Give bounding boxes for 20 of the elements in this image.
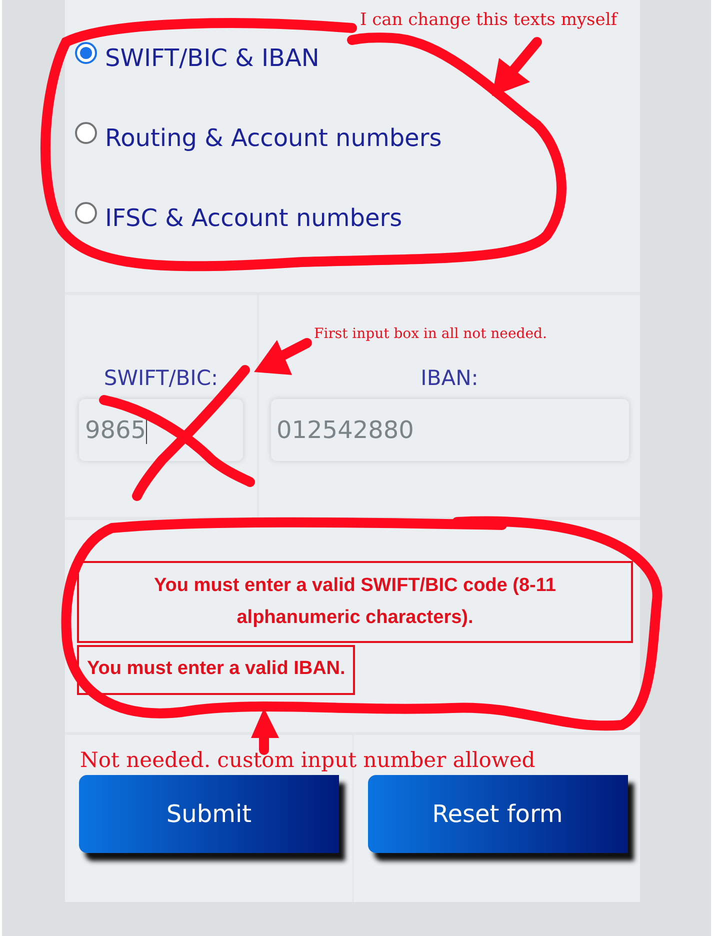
annotation-arrow: [254, 338, 312, 375]
radio-option[interactable]: IFSC & Account numbers: [75, 202, 640, 234]
form-button[interactable]: Submit: [79, 775, 339, 853]
form-button[interactable]: Reset form: [368, 775, 628, 853]
radio-button[interactable]: [75, 202, 97, 224]
radio-button[interactable]: [75, 122, 97, 144]
radio-label: Routing & Account numbers: [105, 123, 442, 154]
radio-label: SWIFT/BIC & IBAN: [105, 43, 320, 74]
annotation-note: Not needed. custom input number allowed: [80, 748, 536, 772]
annotation-note: I can change this texts myself: [360, 10, 618, 30]
radio-option[interactable]: SWIFT/BIC & IBAN: [75, 42, 640, 74]
radio-button[interactable]: [75, 42, 97, 64]
field-label: SWIFT/BIC:: [104, 365, 218, 392]
radio-label: IFSC & Account numbers: [105, 203, 402, 234]
annotation-arrow: [492, 37, 542, 96]
error-message: You must enter a valid SWIFT/BIC code (8-11 alphanumeric characters).: [77, 561, 633, 643]
radio-option[interactable]: Routing & Account numbers: [75, 122, 640, 154]
error-message: You must enter a valid IBAN.: [77, 645, 356, 695]
field-label: IBAN:: [420, 365, 478, 392]
annotation-note: First input box in all not needed.: [314, 326, 547, 342]
